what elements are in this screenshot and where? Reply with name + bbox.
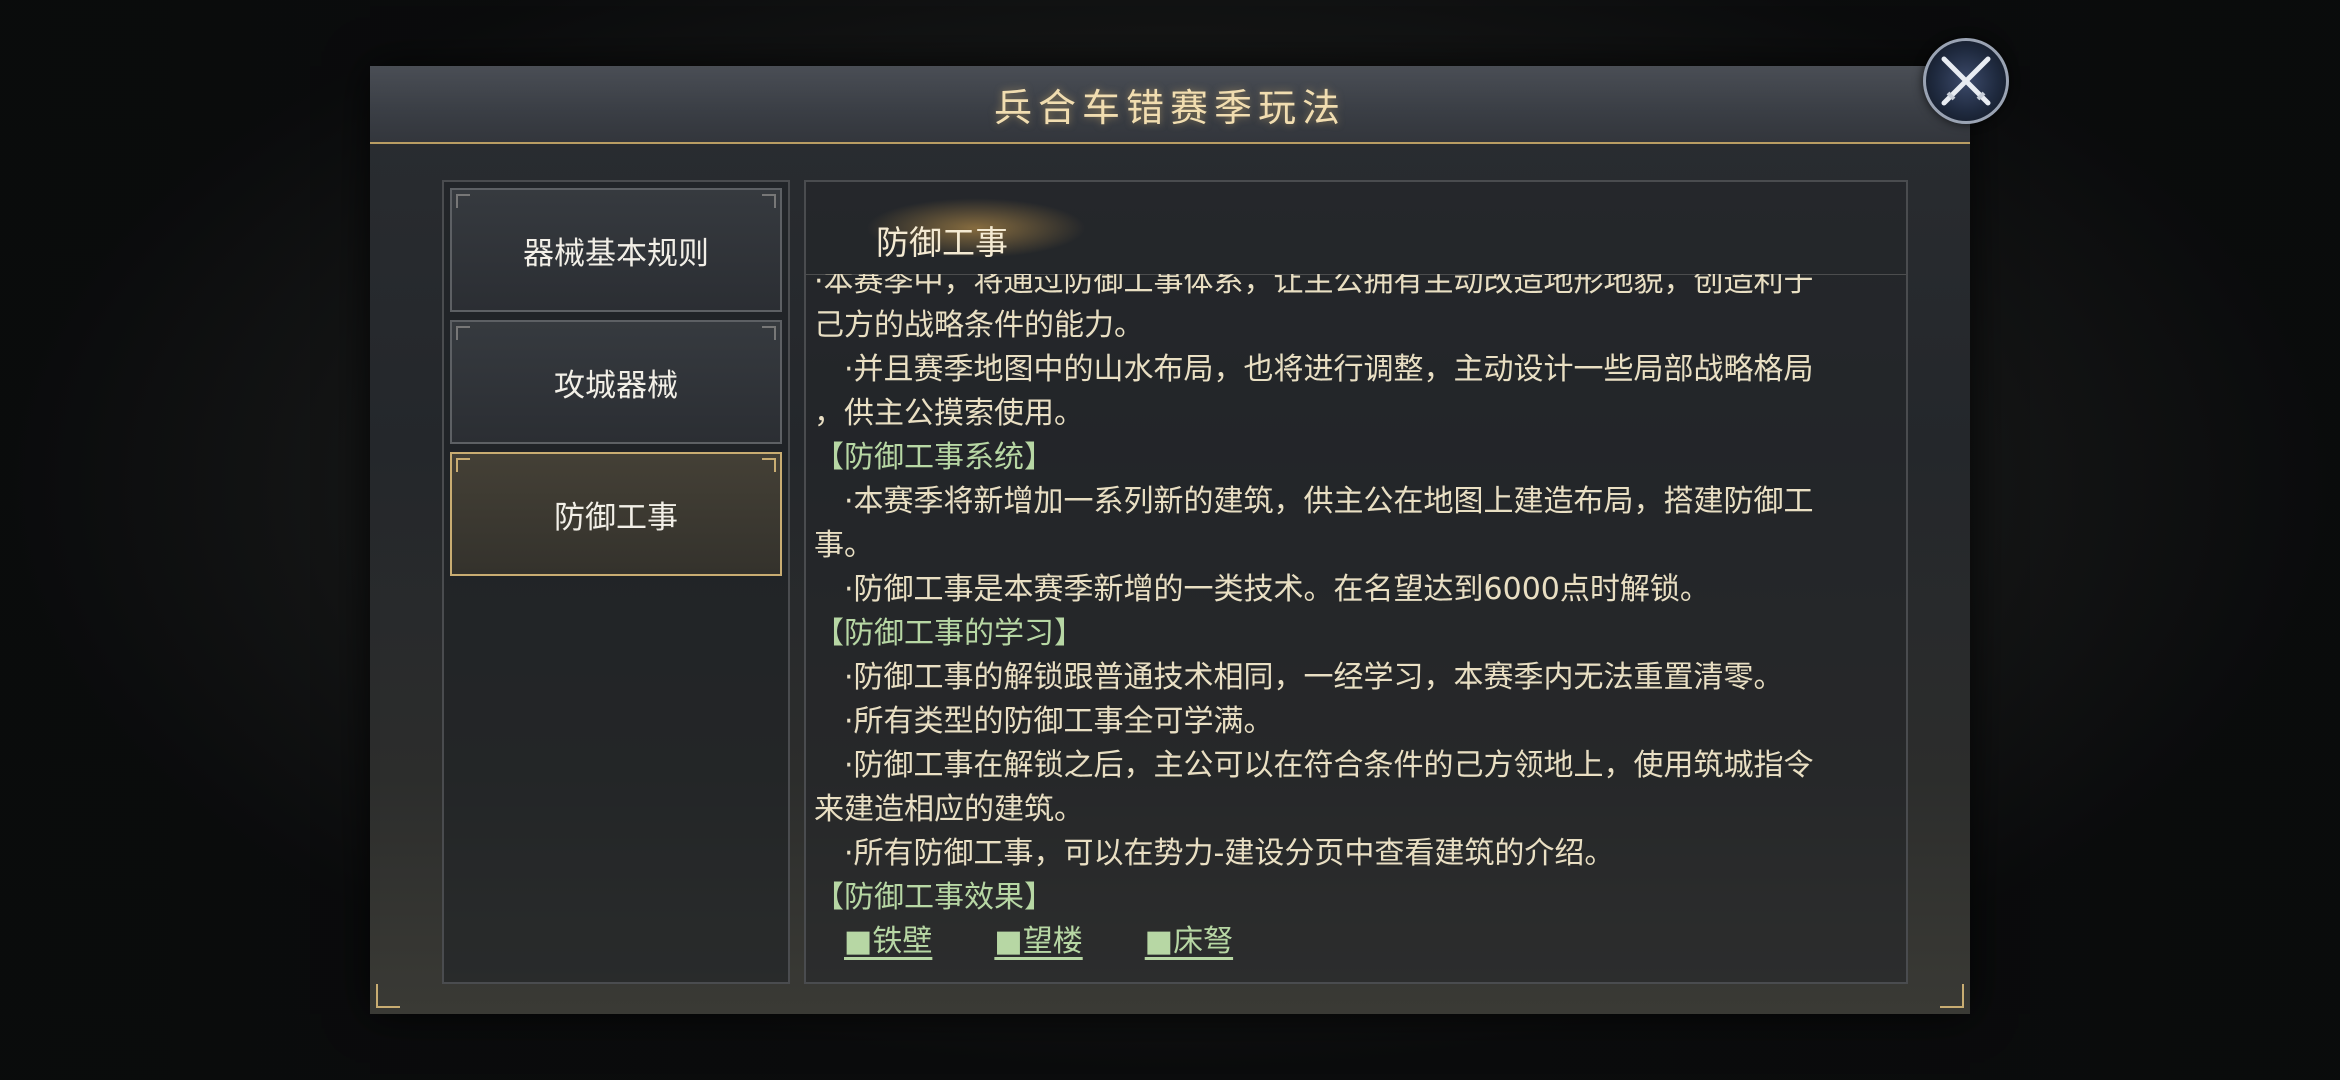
content-line: ·所有类型的防御工事全可学满。 <box>814 704 1274 739</box>
content-line: 己方的战略条件的能力。 <box>814 308 1144 343</box>
effect-links: ■铁壁 ■望楼 ■床弩 <box>814 920 1889 964</box>
content-line: ，供主公摸索使用。 <box>814 396 1084 431</box>
nav-item-label: 器械基本规则 <box>523 235 709 272</box>
content-line: ·防御工事是本赛季新增的一类技术。在名望达到6000点时解锁。 <box>814 572 1710 607</box>
content-text: ·本赛季中，将通过防御工事体系，让主公拥有主动改造地形地貌，创造利于己方的战略条… <box>814 274 1889 964</box>
content-line: ·本赛季将新增加一系列新的建筑，供主公在地图上建造布局，搭建防御工 <box>814 484 1814 519</box>
nav-item-label: 攻城器械 <box>554 367 678 404</box>
section-heading: 【防御工事系统】 <box>814 440 1054 475</box>
section-heading: 【防御工事效果】 <box>814 880 1054 915</box>
nav-item-label: 防御工事 <box>554 499 678 536</box>
season-rules-dialog: 兵合车错赛季玩法 器械基本规则 攻城器械 防御工事 防御工事 ·本赛季中，将通过… <box>370 66 1970 1014</box>
section-heading: 【防御工事的学习】 <box>814 616 1084 651</box>
rules-content-panel: 防御工事 ·本赛季中，将通过防御工事体系，让主公拥有主动改造地形地貌，创造利于己… <box>804 180 1908 984</box>
nav-item-defense-works[interactable]: 防御工事 <box>450 452 782 576</box>
close-button[interactable] <box>1923 38 2009 124</box>
dialog-title: 兵合车错赛季玩法 <box>993 85 1346 130</box>
content-title: 防御工事 <box>876 223 1008 262</box>
content-line: ·并且赛季地图中的山水布局，也将进行调整，主动设计一些局部战略格局 <box>814 352 1814 387</box>
content-line: ·本赛季中，将通过防御工事体系，让主公拥有主动改造地形地貌，创造利于 <box>814 274 1814 299</box>
content-line: ·防御工事的解锁跟普通技术相同，一经学习，本赛季内无法重置清零。 <box>814 660 1784 695</box>
content-header: 防御工事 <box>806 182 1906 275</box>
content-line: 来建造相应的建筑。 <box>814 792 1084 827</box>
corner-ornament-right <box>1940 984 1964 1008</box>
rules-nav-panel: 器械基本规则 攻城器械 防御工事 <box>442 180 790 984</box>
crossed-swords-close-icon <box>1941 56 1991 106</box>
content-line: ·防御工事在解锁之后，主公可以在符合条件的己方领地上，使用筑城指令 <box>814 748 1814 783</box>
content-line: 事。 <box>814 528 874 563</box>
corner-ornament-left <box>376 984 400 1008</box>
nav-item-machine-basic-rules[interactable]: 器械基本规则 <box>450 188 782 312</box>
effect-link[interactable]: ■望楼 <box>994 920 1082 964</box>
effect-link[interactable]: ■铁壁 <box>844 920 932 964</box>
nav-item-siege-machines[interactable]: 攻城器械 <box>450 320 782 444</box>
content-line: ·所有防御工事，可以在势力-建设分页中查看建筑的介绍。 <box>814 836 1615 871</box>
content-scroll-area[interactable]: ·本赛季中，将通过防御工事体系，让主公拥有主动改造地形地貌，创造利于己方的战略条… <box>814 274 1889 974</box>
effect-link[interactable]: ■床弩 <box>1145 920 1233 964</box>
dialog-title-bar: 兵合车错赛季玩法 <box>370 66 1970 144</box>
